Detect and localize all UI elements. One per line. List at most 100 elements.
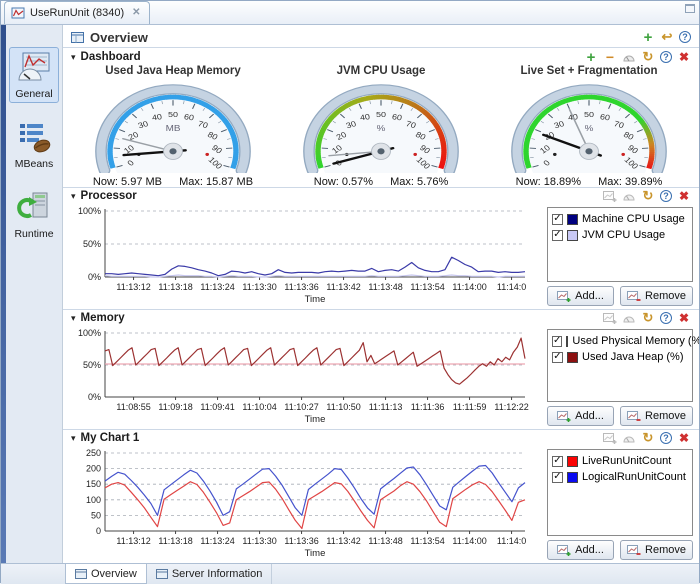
checkbox-checked[interactable]: ✓: [552, 352, 563, 363]
svg-text:50: 50: [91, 510, 101, 520]
sidebar-item-mbeans[interactable]: MBeans: [9, 117, 59, 173]
tab-label: Overview: [91, 568, 137, 580]
svg-text:%: %: [377, 124, 386, 133]
dashboard-body: Used Java Heap Memory 010203040506070809…: [63, 65, 699, 187]
delete-section-icon[interactable]: ✖: [677, 311, 691, 325]
add-attribute-button[interactable]: Add...: [547, 286, 614, 306]
checkbox-checked[interactable]: ✓: [552, 214, 563, 225]
help-icon[interactable]: ?: [660, 51, 672, 63]
svg-text:Time: Time: [305, 548, 326, 559]
processor-chart: 0%50%100%11:13:1211:13:1811:13:2411:13:3…: [69, 205, 543, 308]
dial-options-icon[interactable]: [622, 50, 636, 64]
checkbox-checked[interactable]: ✓: [552, 336, 562, 347]
editor-tab-bar: UseRunUnit (8340) ✕: [1, 1, 699, 25]
liveset-gauge-dial: 0102030405060708090100%: [499, 80, 679, 173]
remove-attribute-button[interactable]: Remove: [620, 406, 693, 426]
chart-add-icon[interactable]: [603, 431, 617, 445]
svg-text:250: 250: [86, 448, 101, 458]
series-color-swatch: [567, 230, 578, 241]
tab-close-icon[interactable]: ✕: [132, 7, 140, 18]
collapse-icon[interactable]: ▾: [71, 433, 76, 444]
add-tab-icon[interactable]: +: [641, 30, 655, 44]
sidebar-item-label: Runtime: [11, 228, 57, 240]
svg-text:50: 50: [168, 110, 178, 119]
collapse-icon[interactable]: ▾: [71, 191, 76, 202]
sidebar-item-label: MBeans: [11, 158, 57, 170]
refresh-icon[interactable]: ↻: [641, 311, 655, 325]
my-chart-1-legend: ✓ LiveRunUnitCount ✓ LogicalRunUnitCount: [547, 449, 693, 536]
chart-add-icon: [557, 290, 571, 302]
section-title: My Chart 1: [81, 432, 603, 444]
my-chart-1-header[interactable]: ▾ My Chart 1 ↻ ? ✖: [63, 430, 699, 445]
remove-button-label: Remove: [645, 544, 686, 556]
svg-text:11:13:30: 11:13:30: [242, 536, 276, 546]
dial-add-icon[interactable]: [622, 311, 636, 325]
add-attribute-button[interactable]: Add...: [547, 540, 614, 560]
dial-add-icon[interactable]: [622, 189, 636, 203]
svg-text:11:13:48: 11:13:48: [368, 282, 402, 292]
svg-text:11:13:42: 11:13:42: [326, 536, 360, 546]
dashboard-header[interactable]: ▾ Dashboard + − ↻ ? ✖: [63, 48, 699, 65]
add-dial-icon[interactable]: +: [584, 50, 598, 64]
delete-section-icon[interactable]: ✖: [677, 431, 691, 445]
help-icon[interactable]: ?: [660, 190, 672, 202]
chart-remove-icon: [627, 410, 641, 422]
collapse-icon[interactable]: ▾: [71, 313, 76, 324]
application-window: { "window": { "tab_title": "UseRunUnit (…: [0, 0, 700, 583]
series-label: Used Java Heap (%): [582, 351, 684, 363]
svg-text:11:13:54: 11:13:54: [410, 282, 444, 292]
processor-legend: ✓ Machine CPU Usage ✓ JVM CPU Usage: [547, 207, 693, 282]
add-attribute-button[interactable]: Add...: [547, 406, 614, 426]
remove-button-label: Remove: [645, 410, 686, 422]
legend-item: ✓ Used Physical Memory (%): [550, 333, 690, 349]
refresh-icon[interactable]: ↻: [641, 431, 655, 445]
svg-text:11:13:42: 11:13:42: [326, 282, 360, 292]
delete-section-icon[interactable]: ✖: [677, 50, 691, 64]
legend-item: ✓ JVM CPU Usage: [550, 227, 690, 243]
help-icon[interactable]: ?: [660, 432, 672, 444]
svg-text:0%: 0%: [88, 272, 101, 282]
help-icon[interactable]: ?: [660, 312, 672, 324]
delete-section-icon[interactable]: ✖: [677, 189, 691, 203]
chart-add-icon[interactable]: [603, 311, 617, 325]
tab-label: Server Information: [172, 568, 262, 580]
processor-header[interactable]: ▾ Processor ↻ ? ✖: [63, 188, 699, 203]
chart-add-icon: [557, 544, 571, 556]
chart-remove-icon: [627, 544, 641, 556]
svg-text:11:10:50: 11:10:50: [326, 402, 360, 412]
checkbox-checked[interactable]: ✓: [552, 472, 563, 483]
remove-attribute-button[interactable]: Remove: [620, 540, 693, 560]
remove-dial-icon[interactable]: −: [603, 50, 617, 64]
refresh-icon[interactable]: ↻: [641, 189, 655, 203]
restore-window-icon[interactable]: [685, 4, 695, 13]
chart-add-icon[interactable]: [603, 189, 617, 203]
dial-add-icon[interactable]: [622, 431, 636, 445]
mbeans-icon: [17, 121, 51, 153]
section-my-chart-1: ▾ My Chart 1 ↻ ? ✖ 05010015020025011:13:…: [63, 429, 699, 563]
sidebar-item-general[interactable]: General: [9, 47, 59, 103]
series-color-swatch: [567, 472, 578, 483]
section-title: Dashboard: [81, 51, 584, 63]
gauge-heap: Used Java Heap Memory 010203040506070809…: [70, 65, 276, 187]
help-icon[interactable]: ?: [679, 31, 691, 43]
memory-header[interactable]: ▾ Memory ↻ ? ✖: [63, 310, 699, 325]
tab-server-information[interactable]: Server Information: [147, 564, 272, 584]
collapse-icon[interactable]: ▾: [71, 52, 76, 63]
editor-tab-userununit[interactable]: UseRunUnit (8340) ✕: [4, 1, 150, 24]
checkbox-checked[interactable]: ✓: [552, 230, 563, 241]
remove-attribute-button[interactable]: Remove: [620, 286, 693, 306]
svg-text:11:14:00: 11:14:00: [452, 282, 486, 292]
my-chart-1-plot: 05010015020025011:13:1211:13:1811:13:241…: [69, 447, 535, 559]
sidebar-item-runtime[interactable]: Runtime: [9, 187, 59, 243]
svg-text:11:14:0: 11:14:0: [497, 282, 526, 292]
svg-text:%: %: [585, 124, 594, 133]
svg-text:11:14:0: 11:14:0: [497, 536, 526, 546]
series-label: LiveRunUnitCount: [582, 455, 671, 467]
series-label: Machine CPU Usage: [582, 213, 685, 225]
add-button-label: Add...: [575, 410, 604, 422]
refresh-icon[interactable]: ↻: [641, 50, 655, 64]
checkbox-checked[interactable]: ✓: [552, 456, 563, 467]
reset-to-default-icon[interactable]: ↩: [660, 30, 674, 44]
tab-overview[interactable]: Overview: [65, 564, 147, 584]
gauge-liveset: Live Set + Fragmentation 010203040506070…: [486, 65, 692, 187]
